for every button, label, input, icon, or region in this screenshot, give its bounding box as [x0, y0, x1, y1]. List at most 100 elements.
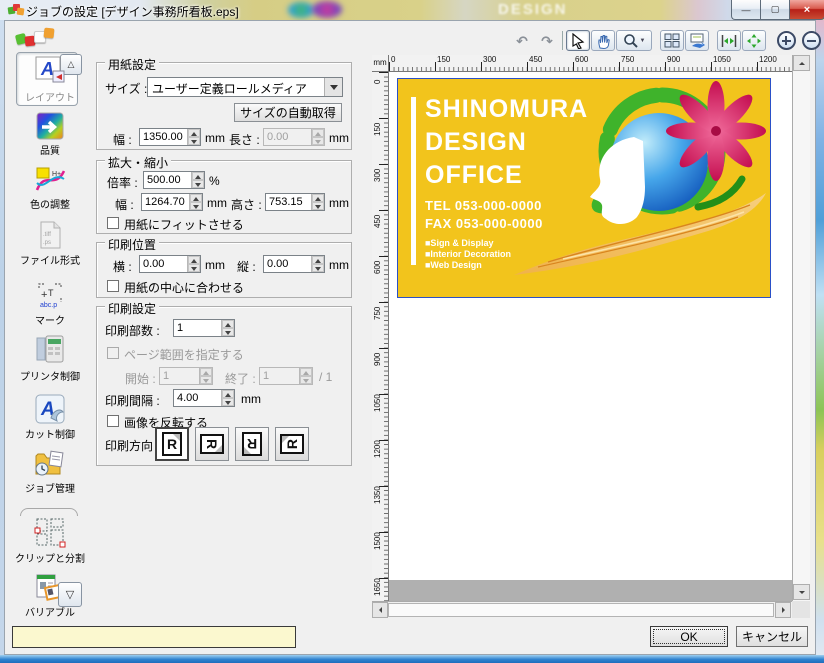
direction-180-icon: R	[242, 432, 262, 456]
scroll-up-icon	[799, 59, 805, 65]
combo-dropdown-icon[interactable]	[324, 78, 342, 96]
window-title: ジョブの設定 [デザイン事務所看板.eps]	[26, 3, 239, 20]
direction-180-button[interactable]: R	[235, 427, 269, 461]
sidebar-item-mark[interactable]: + T abc.p マーク	[10, 280, 90, 327]
svg-text:.tiff: .tiff	[43, 232, 51, 238]
artwork-tel: TEL 053-000-0000	[425, 198, 542, 213]
paper-length-label: 長さ :	[229, 131, 260, 148]
copies-spinner[interactable]: 1	[173, 319, 235, 337]
sidebar-item-quality[interactable]: 品質	[10, 112, 90, 157]
ruler-tick-label: 300	[483, 55, 496, 64]
preview-canvas[interactable]: SHINOMURA DESIGN OFFICE TEL 053-000-0000…	[389, 72, 792, 601]
group-title: 印刷位置	[105, 236, 159, 253]
artwork-preview[interactable]: SHINOMURA DESIGN OFFICE TEL 053-000-0000…	[397, 78, 771, 298]
redo-icon: ↷	[541, 34, 553, 48]
scroll-left-icon	[376, 607, 382, 613]
zoom-in-button[interactable]	[774, 30, 798, 51]
sidebar-item-color-adjust[interactable]: H+ 色の調整	[10, 166, 90, 211]
page-preview-button[interactable]	[685, 30, 709, 51]
mirror-checkbox[interactable]	[107, 415, 119, 427]
zoom-tool-button[interactable]: ▼	[616, 30, 652, 51]
close-button[interactable]: ×	[790, 0, 824, 20]
scale-height-spinner[interactable]: 753.15	[265, 193, 325, 211]
group-paper-settings: 用紙設定 サイズ : ユーザー定義ロールメディア サイズの自動取得 幅 : 13…	[96, 62, 352, 150]
scale-width-spinner[interactable]: 1264.70	[141, 193, 203, 211]
undo-icon: ↶	[516, 34, 528, 48]
pos-x-spinner[interactable]: 0.00	[139, 255, 201, 273]
status-message-box	[12, 626, 296, 648]
direction-270-button[interactable]: R	[275, 427, 309, 461]
artwork-service-1: ■Sign & Display	[425, 238, 493, 248]
gap-unit: mm	[241, 392, 261, 406]
scrollbar-thumb[interactable]	[388, 603, 774, 617]
undo-button[interactable]: ↶	[510, 30, 534, 51]
layout-icon: A	[33, 55, 67, 87]
sidebar-scroll-down-button[interactable]: ▽	[58, 582, 82, 607]
fit-width-button[interactable]	[717, 30, 741, 51]
sidebar-item-clip-split[interactable]: クリップと分割	[10, 516, 90, 565]
artwork-service-2: ■Interior Decoration	[425, 249, 511, 259]
sidebar-separator	[20, 508, 78, 516]
pos-y-label: 縦 :	[237, 258, 256, 275]
group-print-settings: 印刷設定 印刷部数 : 1 ページ範囲を指定する 開始 : 1 終了 : 1 /…	[96, 306, 352, 466]
ruler-tick-label: 900	[667, 55, 680, 64]
window-frame-bottom	[0, 655, 824, 663]
app-logo	[16, 26, 60, 50]
pan-tool-button[interactable]	[591, 30, 615, 51]
horizontal-scrollbar[interactable]	[372, 601, 792, 618]
scrollbar-corner	[792, 601, 810, 618]
sidebar-item-job-manage[interactable]: ジョブ管理	[10, 448, 90, 495]
sidebar-item-layout[interactable]: A レイアウト	[10, 55, 90, 104]
titlebar[interactable]: DESIGN ジョブの設定 [デザイン事務所看板.eps] — ▢ ×	[0, 0, 824, 20]
redo-button[interactable]: ↷	[535, 30, 559, 51]
auto-size-button[interactable]: サイズの自動取得	[234, 103, 342, 122]
toolbar-separator	[562, 31, 563, 50]
cancel-button[interactable]: キャンセル	[736, 626, 808, 647]
media-size-combobox[interactable]: ユーザー定義ロールメディア	[147, 77, 343, 97]
preview-toolbar: ↶ ↷ ▼	[510, 29, 812, 52]
ruler-tick-label: 1050	[373, 394, 382, 412]
paper-width-spinner[interactable]: 1350.00	[139, 128, 201, 146]
ruler-tick-label: 1500	[373, 532, 382, 550]
quality-icon	[36, 112, 64, 140]
direction-0-button[interactable]: R	[155, 427, 189, 461]
paper-length-unit: mm	[329, 131, 349, 145]
select-tool-button[interactable]	[566, 30, 590, 51]
scroll-left-button[interactable]	[372, 602, 388, 618]
ruler-tick-label: 1350	[373, 486, 382, 504]
center-on-media-checkbox[interactable]	[107, 280, 119, 292]
ruler-tick-label: 600	[575, 55, 588, 64]
spin-up[interactable]	[188, 129, 200, 137]
ok-button[interactable]: OK	[650, 626, 728, 647]
sidebar-item-cut-control[interactable]: A カット制御	[10, 394, 90, 441]
direction-90-button[interactable]: R	[195, 427, 229, 461]
vertical-scrollbar[interactable]	[792, 55, 810, 601]
backdrop-ghost-text: DESIGN	[498, 1, 568, 18]
size-label: サイズ :	[105, 80, 147, 97]
zoom-out-button[interactable]	[799, 30, 823, 51]
tile-view-button[interactable]	[660, 30, 684, 51]
ruler-unit-box: mm	[372, 55, 389, 72]
pos-y-spinner[interactable]: 0.00	[263, 255, 325, 273]
gap-spinner[interactable]: 4.00	[173, 389, 235, 407]
cut-control-icon: A	[35, 394, 65, 424]
app-icon	[8, 3, 23, 17]
svg-text:H+: H+	[52, 171, 61, 178]
minimize-button[interactable]: —	[731, 0, 760, 20]
fit-to-media-checkbox[interactable]	[107, 217, 119, 229]
spin-down[interactable]	[188, 137, 200, 145]
scroll-down-button[interactable]	[793, 584, 810, 600]
ruler-tick-label: 150	[437, 55, 450, 64]
sidebar-item-file-format[interactable]: .tiff .ps ファイル形式	[10, 220, 90, 267]
scroll-right-button[interactable]	[775, 602, 791, 618]
zoom-out-icon	[802, 31, 821, 50]
range-end-spinner: 1	[259, 367, 313, 385]
scroll-up-button[interactable]	[793, 55, 810, 71]
maximize-button[interactable]: ▢	[760, 0, 790, 20]
fit-page-button[interactable]	[742, 30, 766, 51]
ruler-tick-label: 150	[373, 123, 382, 136]
ratio-spinner[interactable]: 500.00	[143, 171, 205, 189]
sidebar-item-printer-control[interactable]: プリンタ制御	[10, 334, 90, 383]
range-end-label: 終了 :	[225, 370, 256, 387]
direction-90-icon: R	[200, 434, 224, 454]
